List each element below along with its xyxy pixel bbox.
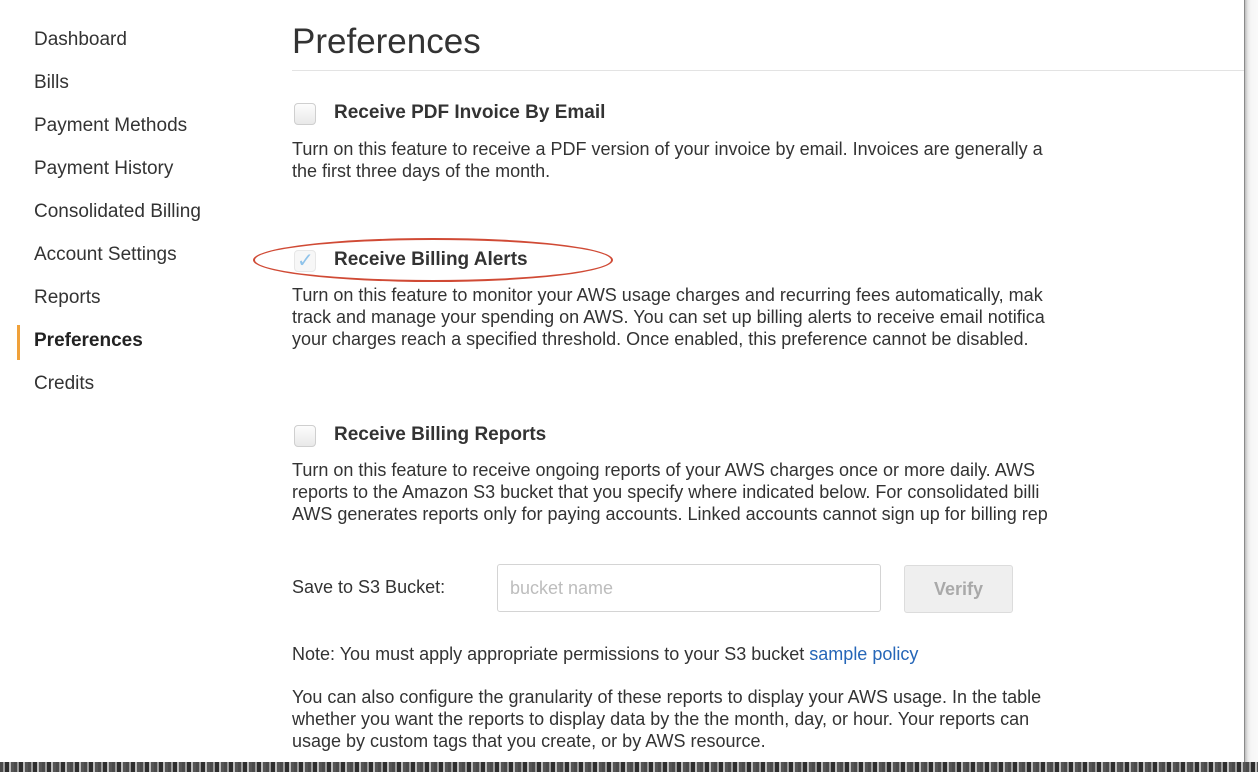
sidebar-item-bills[interactable]: Bills (0, 67, 250, 110)
s3-bucket-label: Save to S3 Bucket: (292, 577, 446, 597)
torn-bottom-edge (0, 762, 1258, 772)
sidebar-item-dashboard[interactable]: Dashboard (0, 24, 250, 67)
billing-preferences-window: Dashboard Bills Payment Methods Payment … (0, 0, 1258, 772)
s3-bucket-input[interactable] (497, 564, 881, 612)
sidebar-item-reports[interactable]: Reports (0, 282, 250, 325)
billing-reports-label: Receive Billing Reports (334, 424, 547, 445)
sample-policy-link[interactable]: sample policy (809, 644, 918, 664)
pref-pdf-invoice: Receive PDF Invoice By Email Turn on thi… (292, 100, 1244, 181)
granularity-text: You can also configure the granularity o… (292, 687, 1042, 751)
sidebar-item-account-settings[interactable]: Account Settings (0, 239, 250, 282)
permissions-note: Note: You must apply appropriate permiss… (292, 644, 918, 665)
sidebar-item-payment-methods[interactable]: Payment Methods (0, 110, 250, 153)
sidebar-item-payment-history[interactable]: Payment History (0, 153, 250, 196)
pdf-invoice-description: Turn on this feature to receive a PDF ve… (292, 139, 1043, 181)
preferences-panel: Preferences Receive PDF Invoice By Email… (292, 0, 1244, 762)
note-text: Note: You must apply appropriate permiss… (292, 644, 810, 664)
pref-billing-reports: Receive Billing Reports Turn on this fea… (292, 422, 1244, 524)
highlight-annotation (253, 238, 613, 282)
pdf-invoice-checkbox[interactable] (294, 103, 316, 125)
title-divider (292, 70, 1244, 71)
pdf-invoice-label: Receive PDF Invoice By Email (334, 102, 606, 123)
billing-reports-description: Turn on this feature to receive ongoing … (292, 460, 1048, 524)
sidebar-item-consolidated-billing[interactable]: Consolidated Billing (0, 196, 250, 239)
sidebar-item-credits[interactable]: Credits (0, 368, 250, 411)
billing-reports-checkbox[interactable] (294, 425, 316, 447)
billing-alerts-description: Turn on this feature to monitor your AWS… (292, 285, 1045, 349)
sidebar-nav: Dashboard Bills Payment Methods Payment … (0, 24, 250, 411)
verify-button[interactable]: Verify (904, 565, 1013, 613)
page-title: Preferences (292, 22, 481, 61)
window-right-edge (1244, 0, 1258, 772)
sidebar-item-preferences[interactable]: Preferences (0, 325, 250, 368)
